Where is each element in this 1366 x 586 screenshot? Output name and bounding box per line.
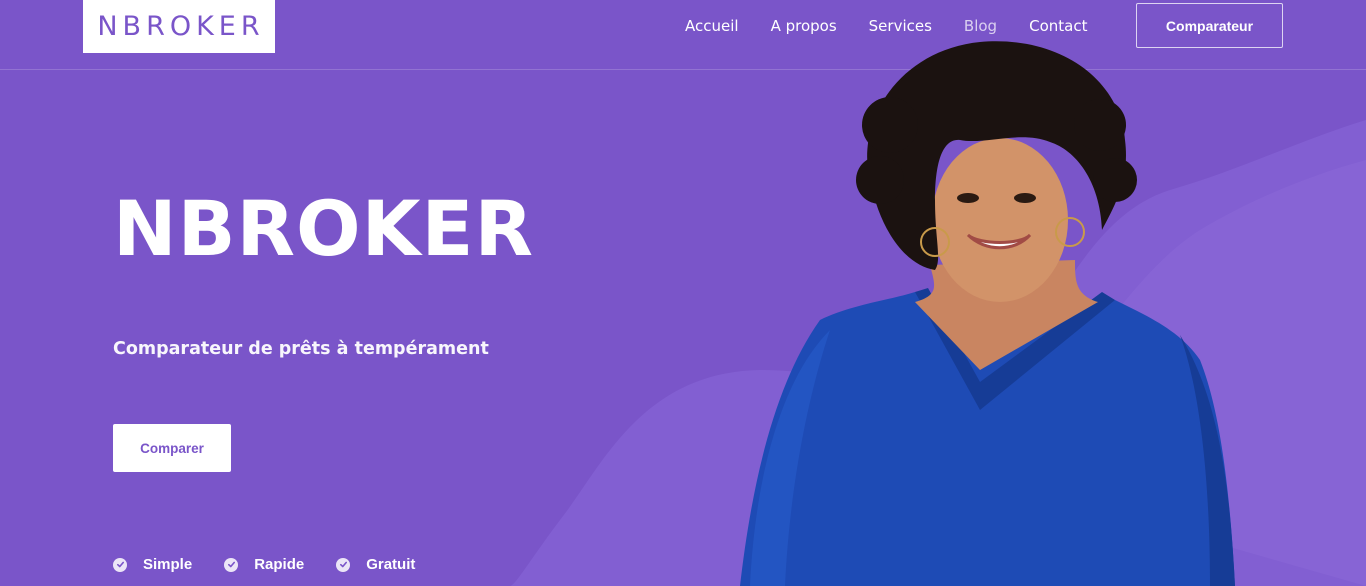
feature-label-gratuit: Gratuit [366, 556, 416, 573]
feature-label-rapide: Rapide [254, 556, 305, 573]
check-circle-icon [113, 557, 127, 572]
woman-portrait-image [740, 41, 1235, 586]
comparer-button[interactable]: Comparer [113, 424, 231, 472]
hero-subtitle: Comparateur de prêts à tempérament [113, 339, 489, 359]
feature-item: Simple [113, 556, 192, 573]
feature-item: Rapide [224, 556, 304, 573]
feature-label-simple: Simple [143, 556, 193, 573]
check-circle-icon [336, 557, 351, 572]
feature-item: Gratuit [336, 556, 415, 573]
check-circle-icon [224, 557, 239, 572]
hero-title: NBROKER [113, 184, 534, 273]
logo-wordmark: NBROKER [97, 11, 265, 42]
feature-list: Simple Rapide Gratuit [113, 556, 447, 573]
brand-logo[interactable]: NBROKER [83, 0, 275, 53]
